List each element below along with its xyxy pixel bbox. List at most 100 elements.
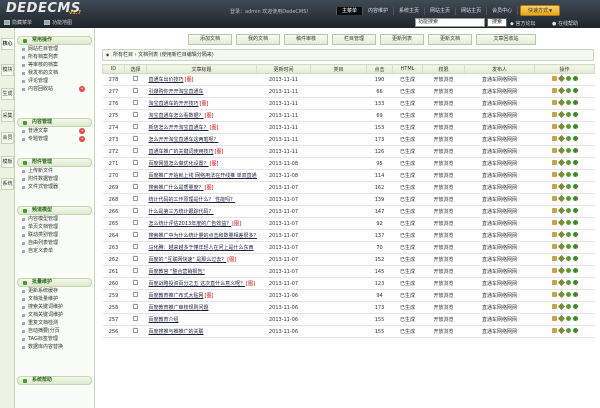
article-title-link[interactable]: 淘宝直通车的开开技巧 xyxy=(149,101,199,107)
edit-icon[interactable] xyxy=(551,112,557,117)
edit-icon[interactable] xyxy=(551,148,557,153)
edit-icon[interactable] xyxy=(551,244,557,249)
sidebar-item[interactable]: 专题管理 + xyxy=(17,135,92,143)
move-icon[interactable] xyxy=(557,134,565,143)
edit-icon[interactable] xyxy=(551,220,557,225)
sidebar-item[interactable]: 网站栏目管理 xyxy=(17,45,92,53)
article-title-link[interactable]: 搜索推广什么是质量度？ xyxy=(149,185,204,191)
sidebar-item[interactable]: 内容模型管理 xyxy=(17,215,92,223)
sidebar-item[interactable]: 文档批量维护 xyxy=(17,295,92,303)
article-title-link[interactable]: 百度教育推广布式大贴网 xyxy=(149,293,204,299)
row-checkbox[interactable] xyxy=(133,76,138,81)
preview-icon[interactable] xyxy=(565,160,571,165)
row-checkbox[interactable] xyxy=(133,112,138,117)
sidebar-tab[interactable]: 生成 xyxy=(1,88,14,100)
sidebar-item[interactable]: 自定义表单 xyxy=(17,247,92,255)
sidebar-tab[interactable]: 核心 xyxy=(1,38,14,50)
sidebar-item[interactable]: 自动摘要|分页 xyxy=(17,327,92,335)
row-checkbox[interactable] xyxy=(133,208,138,213)
move-icon[interactable] xyxy=(557,290,565,299)
preview-icon[interactable] xyxy=(565,328,571,333)
sidebar-item[interactable]: 所有档案列表 xyxy=(17,53,92,61)
main-menu-item[interactable]: 网站主页 xyxy=(455,7,486,15)
toolbar-button[interactable]: 我的文档 xyxy=(236,34,280,45)
move-icon[interactable] xyxy=(557,242,565,251)
main-menu-item[interactable]: 网站主页 xyxy=(424,7,455,15)
article-title-link[interactable]: 百度搜推与推推广的关联 xyxy=(149,329,204,335)
article-title-link[interactable]: 直通车出价技巧 xyxy=(149,77,184,83)
view-icon[interactable] xyxy=(572,88,578,93)
preview-icon[interactable] xyxy=(565,88,571,93)
row-checkbox[interactable] xyxy=(133,280,138,285)
edit-icon[interactable] xyxy=(551,160,557,165)
move-icon[interactable] xyxy=(557,74,565,83)
move-icon[interactable] xyxy=(557,314,565,323)
view-icon[interactable] xyxy=(572,244,578,249)
view-icon[interactable] xyxy=(572,328,578,333)
edit-icon[interactable] xyxy=(551,232,557,237)
view-icon[interactable] xyxy=(572,136,578,141)
article-title-link[interactable]: 统计代码的工作原理是什么？ 性能吗？ xyxy=(149,197,236,203)
edit-icon[interactable] xyxy=(551,208,557,213)
preview-icon[interactable] xyxy=(565,280,571,285)
edit-icon[interactable] xyxy=(551,316,557,321)
preview-icon[interactable] xyxy=(565,244,571,249)
move-icon[interactable] xyxy=(557,302,565,311)
sidebar-item[interactable]: TAG标签管理 xyxy=(17,335,92,343)
view-icon[interactable] xyxy=(572,280,578,285)
edit-icon[interactable] xyxy=(551,328,557,333)
move-icon[interactable] xyxy=(557,86,565,95)
toolbar-button[interactable]: 更新列表 xyxy=(380,34,424,45)
move-icon[interactable] xyxy=(557,158,565,167)
article-title-link[interactable]: 搜索推广中为什么统计量的点击和数量相差很多？ xyxy=(149,233,257,239)
move-icon[interactable] xyxy=(557,146,565,155)
article-title-link[interactable]: 新店怎么开开淘宝直通车？ xyxy=(149,125,209,131)
preview-icon[interactable] xyxy=(565,304,571,309)
toolbar-button[interactable]: 文章回收站 xyxy=(476,34,536,45)
view-icon[interactable] xyxy=(572,172,578,177)
preview-icon[interactable] xyxy=(565,100,571,105)
toolbar-button[interactable]: 更新文档 xyxy=(428,34,472,45)
row-checkbox[interactable] xyxy=(133,196,138,201)
view-icon[interactable] xyxy=(572,124,578,129)
sidebar-item[interactable]: 文档关键词维护 xyxy=(17,311,92,319)
row-checkbox[interactable] xyxy=(133,136,138,141)
edit-icon[interactable] xyxy=(551,268,557,273)
edit-icon[interactable] xyxy=(551,280,557,285)
preview-icon[interactable] xyxy=(565,196,571,201)
preview-icon[interactable] xyxy=(565,208,571,213)
sidebar-item[interactable]: 单页文档管理 xyxy=(17,223,92,231)
view-icon[interactable] xyxy=(572,148,578,153)
sidebar-item[interactable]: 普通文章 + xyxy=(17,127,92,135)
sidebar-item[interactable]: 我发布的文档 xyxy=(17,69,92,77)
view-icon[interactable] xyxy=(572,76,578,81)
edit-icon[interactable] xyxy=(551,184,557,189)
move-icon[interactable] xyxy=(557,278,565,287)
sidebar-tab[interactable]: 采集 xyxy=(1,110,14,122)
view-icon[interactable] xyxy=(572,316,578,321)
toolbar-button[interactable]: 添加文档 xyxy=(188,34,232,45)
preview-icon[interactable] xyxy=(565,256,571,261)
preview-icon[interactable] xyxy=(565,316,571,321)
article-title-link[interactable]: 百度战略投资百分之五 这次直什么意义呢？ xyxy=(149,281,246,287)
move-icon[interactable] xyxy=(557,230,565,239)
sidebar-item[interactable]: 数据库内容替换 xyxy=(17,343,92,351)
edit-icon[interactable] xyxy=(551,292,557,297)
toolbar-button[interactable]: 稿件审核 xyxy=(284,34,328,45)
main-menu-item[interactable]: 系统主页 xyxy=(393,7,424,15)
sidebar-item[interactable]: 附件数据管理 xyxy=(17,175,92,183)
move-icon[interactable] xyxy=(557,194,565,203)
toolbar-button[interactable]: 栏目管理 xyxy=(332,34,376,45)
preview-icon[interactable] xyxy=(565,136,571,141)
edit-icon[interactable] xyxy=(551,256,557,261)
article-title-link[interactable]: 引爆购你开开淘宝直通车 xyxy=(149,89,204,95)
preview-icon[interactable] xyxy=(565,232,571,237)
article-title-link[interactable]: 百度教育推广审核规则问题 xyxy=(149,305,209,311)
quick-menu-button[interactable]: 快速方式 xyxy=(520,5,560,16)
view-icon[interactable] xyxy=(572,220,578,225)
view-icon[interactable] xyxy=(572,232,578,237)
article-title-link[interactable]: 什么是第三方统计跟踪代码？ xyxy=(149,209,214,215)
official-forum-link[interactable]: ◆ 官方论坛 xyxy=(510,20,535,27)
search-button[interactable]: 搜索 xyxy=(487,18,507,27)
move-icon[interactable] xyxy=(557,98,565,107)
